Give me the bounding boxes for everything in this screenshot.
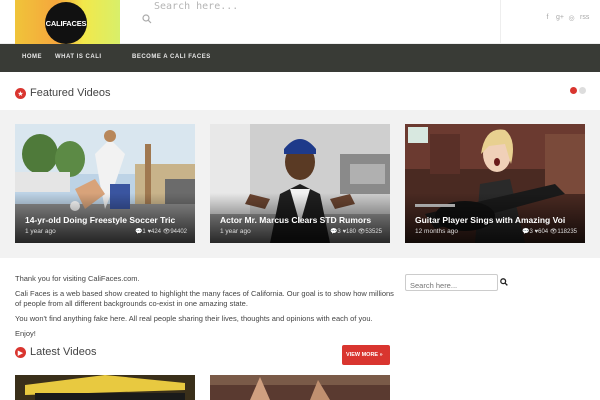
intro-text: Thank you for visiting CaliFaces.com. Ca… [15,274,395,344]
site-logo[interactable]: CALIFACES [15,0,120,44]
featured-video-card[interactable]: Guitar Player Sings with Amazing Voi 12 … [405,124,585,243]
view-more-button[interactable]: VIEW MORE » [342,345,390,365]
latest-video-thumbnail[interactable] [210,375,390,400]
view-count: 118235 [557,229,577,235]
intro-paragraph: Thank you for visiting CaliFaces.com. [15,274,140,283]
sidebar-search-input[interactable] [406,278,497,293]
video-thumbnail [15,375,195,400]
search-icon[interactable] [500,278,508,286]
intro-paragraph: Cali Faces is a web based show created t… [15,289,394,308]
video-stats: 💬3 ♥180 👁53525 [330,228,382,235]
nav-home[interactable]: HOME [22,54,42,60]
intro-paragraph: You won't find anything fake here. All r… [15,314,373,323]
video-age: 12 months ago [415,228,459,235]
header-search [133,0,501,44]
latest-title: Latest Videos [30,346,97,358]
video-age: 1 year ago [25,228,56,235]
google-plus-icon[interactable]: g+ [556,14,564,22]
intro-paragraph: Enjoy! [15,329,36,338]
like-count: 424 [151,229,162,235]
video-age: 1 year ago [220,228,251,235]
slider-dots [570,87,586,94]
star-icon: ★ [15,88,26,99]
video-thumbnail [210,375,390,400]
rss-icon[interactable]: rss [580,14,589,22]
slider-dot-1[interactable] [570,87,577,94]
featured-video-card[interactable]: 14-yr-old Doing Freestyle Soccer Tric 1 … [15,124,195,243]
play-icon: ▶ [15,347,26,358]
view-count: 94402 [170,229,187,235]
comment-icon: 💬 [522,229,530,235]
slider-dot-2[interactable] [579,87,586,94]
featured-videos: 14-yr-old Doing Freestyle Soccer Tric 1 … [0,110,600,258]
social-links: f g+ ◎ rss [544,14,590,22]
video-stats: 💬1 ♥424 👁94402 [135,228,187,235]
facebook-icon[interactable]: f [544,14,551,22]
like-count: 604 [538,229,549,235]
featured-video-card[interactable]: Actor Mr. Marcus Clears STD Rumors 1 yea… [210,124,390,243]
comment-count: 3 [529,229,533,235]
nav-become-a-cali-faces[interactable]: BECOME A CALI FACES [132,54,211,60]
header-search-input[interactable] [153,0,453,12]
instagram-icon[interactable]: ◎ [568,14,575,22]
featured-title: Featured Videos [30,87,111,99]
sidebar-search [405,274,498,293]
view-count: 53525 [365,229,382,235]
like-count: 180 [346,229,357,235]
video-title[interactable]: Guitar Player Sings with Amazing Voi [415,215,580,225]
video-stats: 💬3 ♥604 👁118235 [522,228,577,235]
main-nav: HOME WHAT IS CALI BECOME A CALI FACES [0,44,600,72]
comment-count: 1 [142,229,146,235]
latest-video-thumbnail[interactable] [15,375,195,400]
search-icon[interactable] [142,14,152,24]
logo-badge: CALIFACES [45,2,87,44]
comment-count: 3 [337,229,341,235]
video-title[interactable]: 14-yr-old Doing Freestyle Soccer Tric [25,215,190,225]
video-title[interactable]: Actor Mr. Marcus Clears STD Rumors [220,215,385,225]
site-header: CALIFACES f g+ ◎ rss [0,0,600,44]
nav-what-is-cali[interactable]: WHAT IS CALI [55,54,102,60]
